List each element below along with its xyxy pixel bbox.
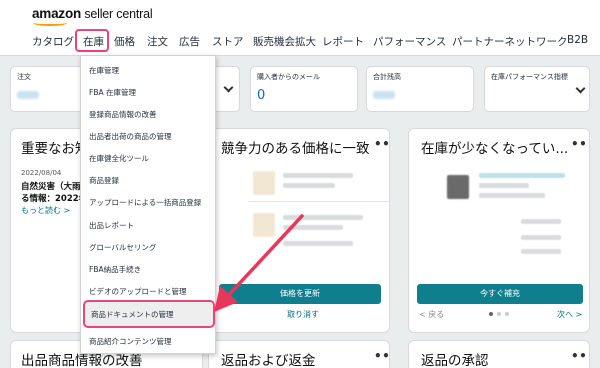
annotation-arrow-icon (214, 214, 304, 312)
arrow-shaft (224, 214, 304, 300)
